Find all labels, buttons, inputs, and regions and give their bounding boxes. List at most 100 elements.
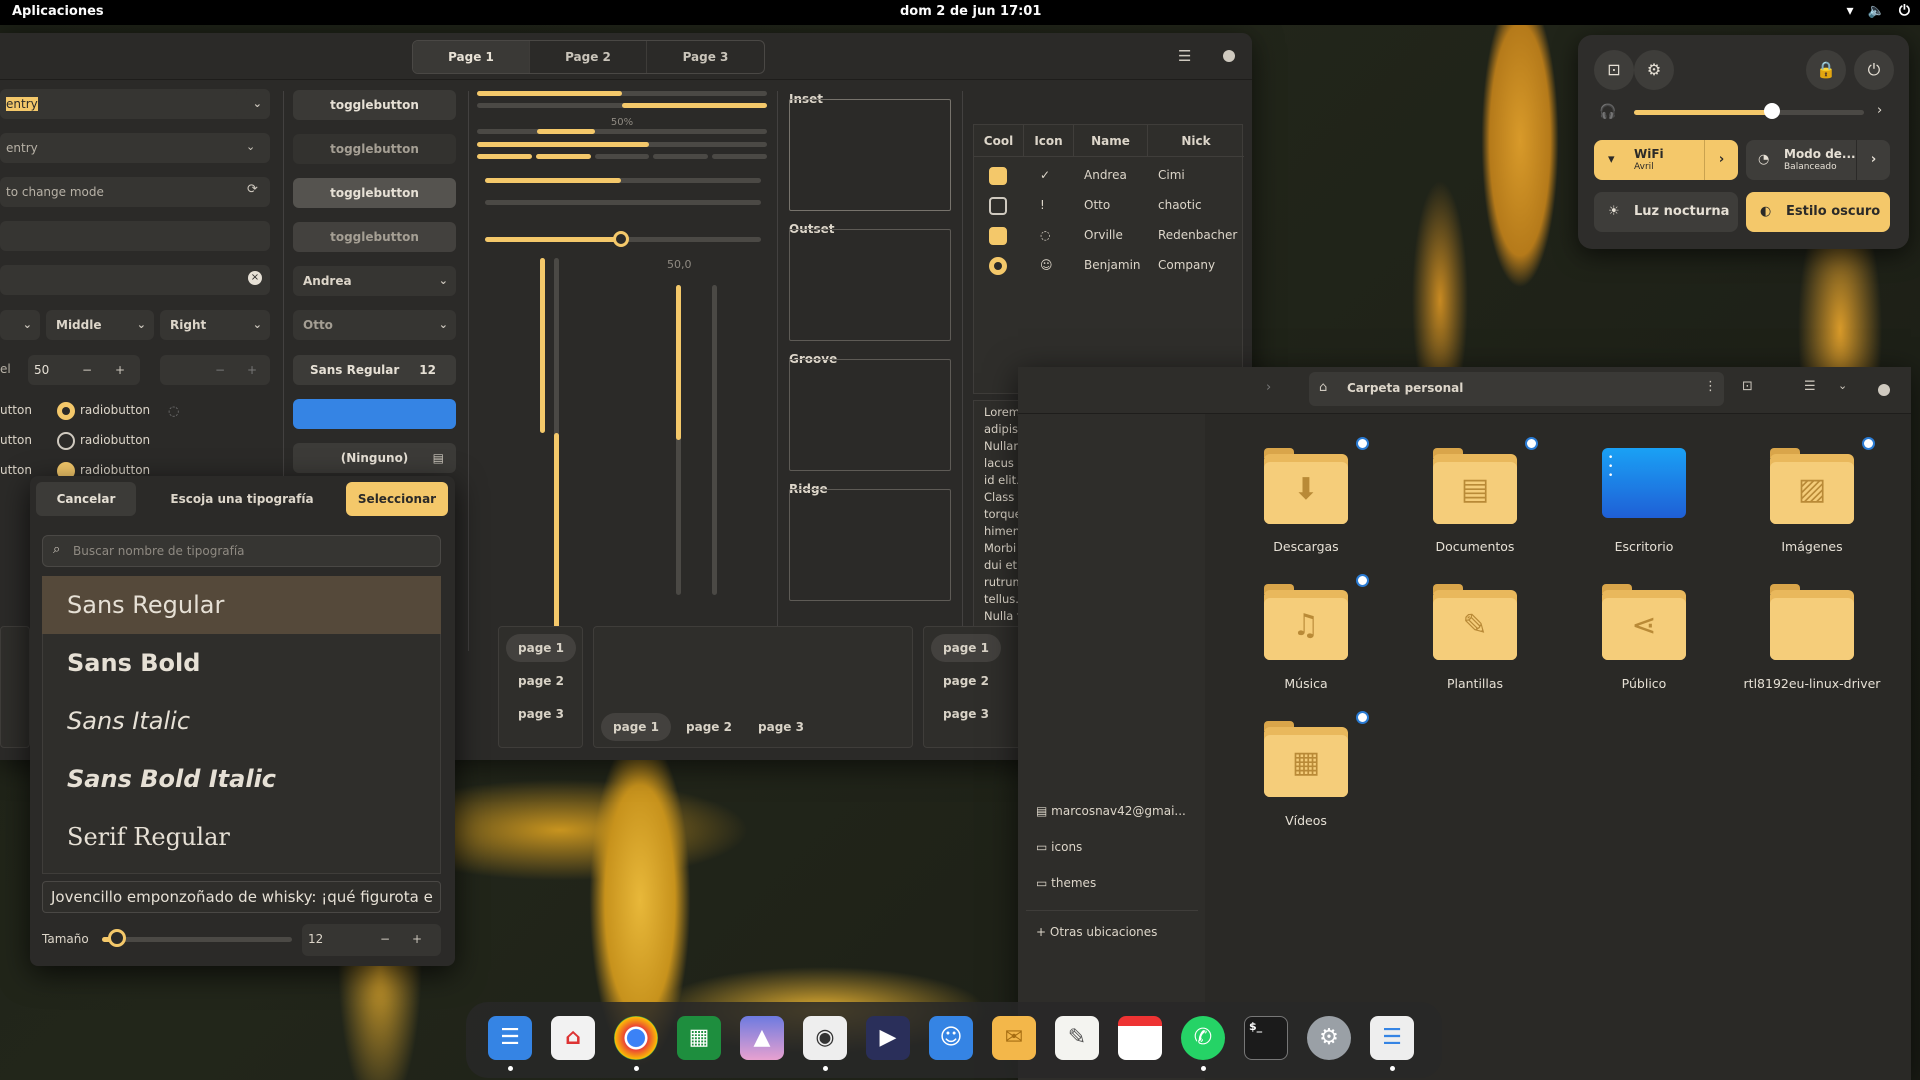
chevron-down-icon[interactable]: ⌄ — [1838, 379, 1847, 392]
plus-icon[interactable]: + — [115, 355, 125, 385]
sidebar-item-other-locations[interactable]: + Otras ubicaciones — [1036, 925, 1157, 939]
store-icon[interactable]: ⌂ — [551, 1016, 595, 1060]
chevron-right-icon[interactable]: › — [1877, 103, 1882, 118]
tab-page-1[interactable]: page 1 — [601, 713, 671, 741]
close-icon[interactable] — [1878, 384, 1890, 396]
column-header[interactable]: Nick — [1148, 125, 1244, 157]
tab-page-3[interactable]: page 3 — [506, 700, 576, 728]
screenshot-icon[interactable]: ⊡ — [1594, 50, 1634, 90]
clear-icon[interactable]: × — [248, 271, 262, 285]
power-mode-toggle[interactable]: ◔ Modo de... Balanceado › — [1746, 140, 1890, 180]
minus-icon[interactable]: − — [82, 355, 92, 385]
power-icon[interactable]: ⏻ — [1854, 50, 1894, 90]
mode-entry[interactable]: to change mode — [0, 177, 270, 207]
tab-page-2[interactable]: page 2 — [506, 667, 576, 695]
entry-field-2[interactable]: entry — [0, 133, 270, 163]
v-scale[interactable] — [540, 258, 545, 433]
size-slider[interactable] — [102, 937, 292, 942]
check-label[interactable]: utton — [0, 403, 32, 417]
font-button[interactable]: Sans Regular 12 — [293, 355, 456, 385]
folder-descargas[interactable]: ⬇ — [1264, 448, 1348, 524]
radio-checked[interactable] — [57, 402, 75, 420]
folder-plantillas[interactable]: ✎ — [1433, 584, 1517, 660]
toggle-button[interactable]: togglebutton — [293, 178, 456, 208]
cell-nick[interactable]: chaotic — [1158, 198, 1202, 212]
font-item[interactable]: Sans Bold Italic — [42, 750, 441, 808]
list-view-icon[interactable]: ☰ — [1804, 379, 1816, 394]
folder-escritorio[interactable]: • • • — [1602, 448, 1686, 518]
combo-andrea[interactable]: Andrea ⌄ — [293, 266, 456, 296]
volume-knob[interactable] — [1764, 103, 1780, 119]
size-spin-button[interactable]: 12 − + — [302, 924, 441, 956]
column-header[interactable]: Cool — [974, 125, 1024, 157]
settings-icon[interactable]: ⚙ — [1634, 50, 1674, 90]
terminal-icon[interactable]: $_ — [1244, 1016, 1288, 1060]
tweaks-icon[interactable]: ☰ — [1370, 1016, 1414, 1060]
radio-label[interactable]: radiobutton — [80, 403, 150, 417]
folder-musica[interactable]: ♫ — [1264, 584, 1348, 660]
close-icon[interactable] — [1223, 50, 1235, 62]
menu-icon[interactable]: ☰ — [1178, 47, 1191, 65]
sidebar-item-account[interactable]: ▤ marcosnav42@gmai... — [1036, 804, 1186, 818]
search-folder-icon[interactable]: ⊡ — [1742, 379, 1753, 394]
folder-publico[interactable]: ⋖ — [1602, 584, 1686, 660]
path-bar[interactable]: ⌂ Carpeta personal ⋮ — [1309, 372, 1724, 406]
tab-page-2[interactable]: page 2 — [674, 713, 744, 741]
tab-page-1[interactable]: page 1 — [931, 634, 1001, 662]
folder-documentos[interactable]: ▤ — [1433, 448, 1517, 524]
tab-page-2[interactable]: Page 2 — [530, 41, 647, 73]
combo-right[interactable]: Right ⌄ — [160, 310, 270, 340]
image-viewer-icon[interactable]: ▲ — [740, 1016, 784, 1060]
folder-imagenes[interactable]: ▨ — [1770, 448, 1854, 524]
font-item[interactable]: Serif Regular — [42, 808, 441, 866]
sidebar-item-icons[interactable]: ▭ icons — [1036, 840, 1082, 854]
radio-label[interactable]: radiobutton — [80, 463, 150, 477]
radio-label[interactable]: radiobutton — [80, 433, 150, 447]
sheets-icon[interactable]: ▦ — [677, 1016, 721, 1060]
cell-name[interactable]: Andrea — [1084, 168, 1127, 182]
more-icon[interactable]: ⋮ — [1704, 379, 1717, 394]
cancel-button[interactable]: Cancelar — [36, 482, 136, 516]
color-button[interactable] — [293, 399, 456, 429]
row-radio[interactable] — [989, 257, 1007, 275]
scale-knob[interactable] — [613, 231, 629, 247]
column-header[interactable]: Icon — [1024, 125, 1074, 157]
cell-nick[interactable]: Redenbacher — [1158, 228, 1237, 242]
radio-unchecked[interactable] — [57, 432, 75, 450]
tab-page-3[interactable]: Page 3 — [647, 41, 764, 73]
entry-dropdown[interactable]: ⌄ — [236, 89, 270, 119]
tab-page-3[interactable]: page 3 — [931, 700, 1001, 728]
entry-field[interactable]: entry — [0, 89, 270, 119]
chrome-icon[interactable] — [614, 1016, 658, 1060]
combo-middle[interactable]: Middle ⌄ — [46, 310, 154, 340]
mail-icon[interactable]: ✉ — [992, 1016, 1036, 1060]
clearable-entry[interactable] — [0, 265, 270, 295]
toggle-button[interactable]: togglebutton — [293, 222, 456, 252]
minus-icon[interactable]: − — [380, 924, 390, 954]
row-checkbox[interactable] — [989, 197, 1007, 215]
combo-otto[interactable]: Otto ⌄ — [293, 310, 456, 340]
system-tray[interactable]: ▾ 🔈 ⏻ — [1846, 3, 1910, 19]
clock[interactable]: dom 2 de jun 17:01 — [900, 4, 1041, 19]
combo-left[interactable]: ⌄ — [0, 310, 40, 340]
v-scale[interactable] — [676, 285, 681, 595]
row-checkbox[interactable] — [989, 167, 1007, 185]
font-item[interactable]: Sans Bold — [42, 634, 441, 692]
toggle-button[interactable]: togglebutton — [293, 90, 456, 120]
search-input[interactable]: ⌕ Buscar nombre de tipografía — [42, 535, 441, 567]
chevron-right-icon[interactable]: › — [1704, 140, 1738, 180]
spin-button[interactable]: 50 − + — [28, 355, 140, 385]
toggle-button[interactable]: togglebutton — [293, 134, 456, 164]
size-slider-knob[interactable] — [107, 929, 126, 947]
contacts-icon[interactable]: ☺ — [929, 1016, 973, 1060]
cell-name[interactable]: Orville — [1084, 228, 1123, 242]
check-label[interactable]: utton — [0, 463, 32, 477]
chevron-right-icon[interactable]: › — [1856, 140, 1890, 180]
lock-icon[interactable]: 🔒 — [1806, 50, 1846, 90]
folder-videos[interactable]: ▦ — [1264, 721, 1348, 797]
settings-icon[interactable]: ⚙ — [1307, 1016, 1351, 1060]
empty-entry[interactable] — [0, 221, 270, 251]
wifi-toggle[interactable]: ▾ WiFi Avril › — [1594, 140, 1738, 180]
night-light-toggle[interactable]: ☀ Luz nocturna — [1594, 192, 1738, 232]
file-chooser-button[interactable]: (Ninguno) ▤ — [293, 443, 456, 473]
